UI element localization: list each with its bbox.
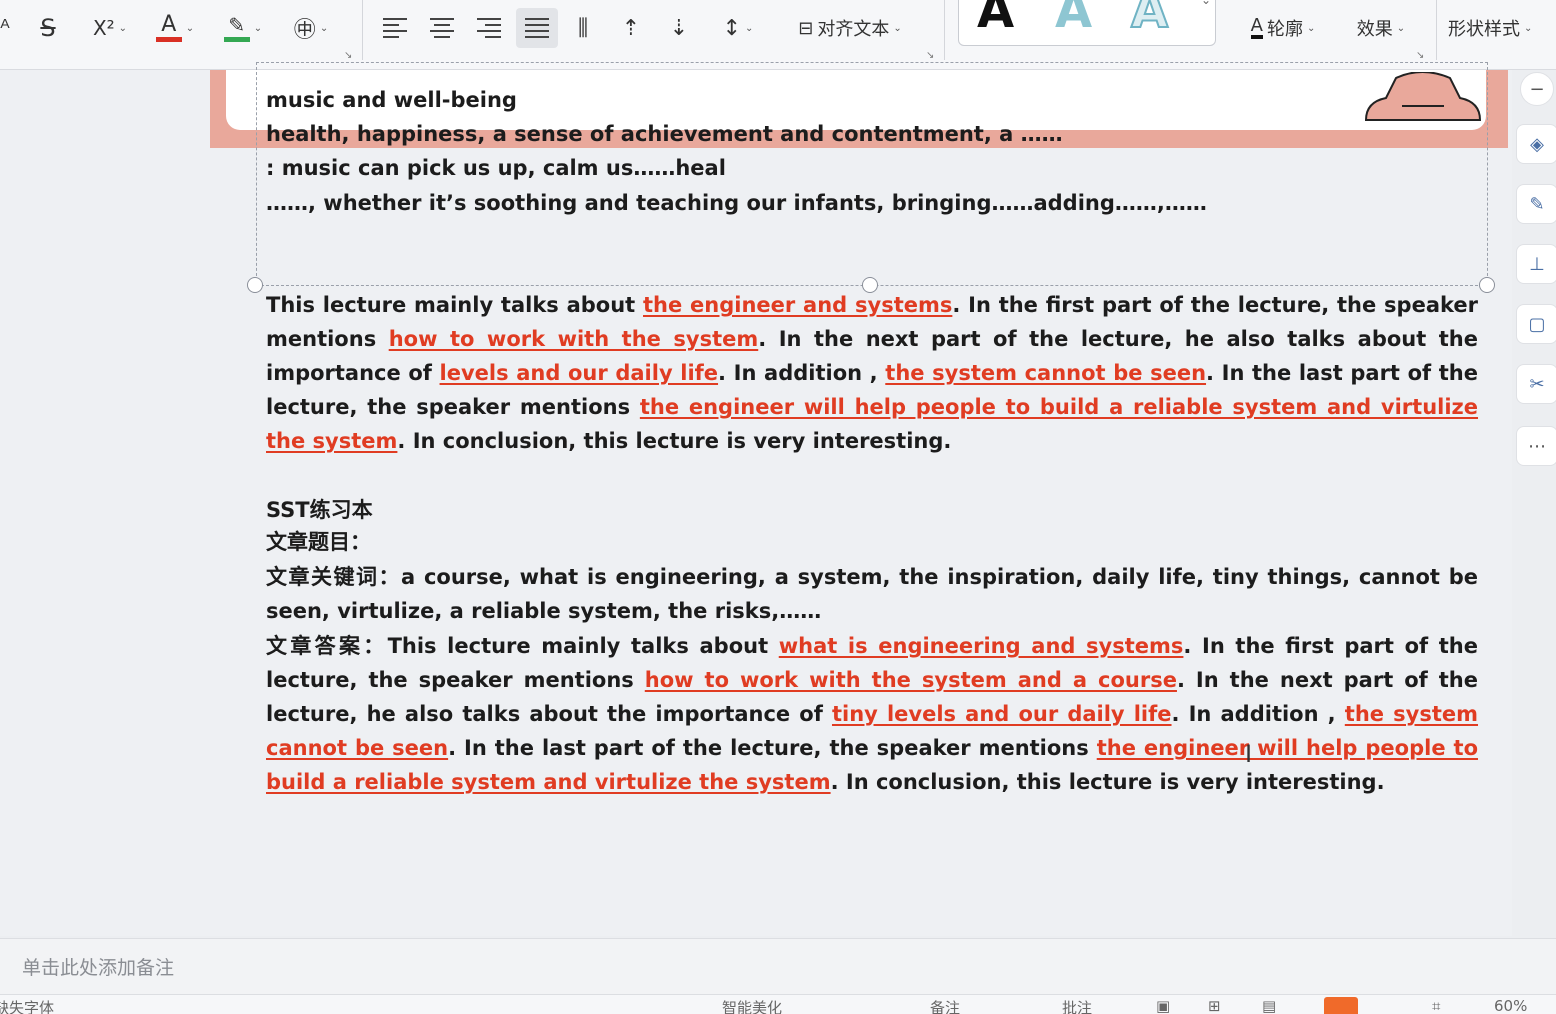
text-outline-icon: A	[1250, 17, 1263, 39]
wordart-style-outline[interactable]: A	[1130, 0, 1169, 41]
summary-text: . In addition ,	[718, 361, 886, 385]
align-right-button[interactable]	[474, 8, 504, 48]
answer-paragraph[interactable]: 文章答案：This lecture mainly talks about wha…	[266, 629, 1478, 799]
layers-icon[interactable]: ◈	[1516, 124, 1556, 164]
keywords-paragraph[interactable]: 文章关键词：a course, what is engineering, a s…	[266, 560, 1478, 628]
intro-line-4[interactable]: ……, whether it’s soothing and teaching o…	[266, 186, 1207, 220]
increase-indent-button[interactable]: ⇡	[614, 8, 648, 48]
text-outline-button[interactable]: A 轮廓 ⌄	[1232, 8, 1334, 48]
summary-highlight: levels and our daily life	[439, 361, 719, 385]
resize-handle-bottom-left[interactable]	[247, 277, 263, 293]
distribute-button[interactable]: ⫼	[566, 8, 600, 48]
notes-placeholder[interactable]: 单击此处添加备注	[22, 953, 174, 980]
fit-window-icon[interactable]: ⌗	[1432, 997, 1440, 1014]
phonetic-guide-button[interactable]: ㊥ ⌄	[284, 8, 338, 48]
summary-highlight: the engineer and systems	[643, 293, 953, 317]
toolbar-divider	[362, 0, 363, 60]
align-left-button[interactable]	[380, 8, 410, 48]
intro-line-1[interactable]: music and well-being	[266, 83, 517, 117]
align-center-icon	[430, 18, 454, 38]
toolbar-divider	[1436, 0, 1437, 60]
shape-style-button[interactable]: 形状样式 ⌄	[1448, 8, 1556, 48]
summary-highlight: the system cannot be seen	[885, 361, 1207, 385]
gallery-expand-icon[interactable]: ⌄	[1201, 0, 1211, 7]
reading-view-icon[interactable]: ▤	[1262, 997, 1276, 1014]
keywords-text: a course, what is engineering, a system,…	[266, 565, 1478, 623]
pen-icon[interactable]: ✎	[1516, 184, 1556, 224]
zoom-level[interactable]: 60%	[1494, 997, 1527, 1014]
comments-button[interactable]: 批注	[1062, 997, 1092, 1014]
answer-highlight: what is engineering and systems	[778, 634, 1184, 658]
toolbar-divider	[944, 0, 945, 60]
slide-canvas[interactable]: music and well-being health, happiness, …	[0, 62, 1512, 936]
right-side-toolbar: − ◈ ✎ ⊥ ▢ ✂ ⋯	[1512, 70, 1556, 490]
wordart-dialog-launcher-icon[interactable]: ↘	[1416, 50, 1424, 61]
align-right-icon	[477, 18, 501, 38]
answer-text: . In addition ,	[1171, 702, 1345, 726]
answer-label: 文章答案：	[266, 634, 388, 658]
notes-pane[interactable]: 单击此处添加备注	[0, 938, 1556, 994]
paragraph-dialog-launcher-icon[interactable]: ↘	[926, 50, 934, 61]
collapse-icon[interactable]: −	[1520, 72, 1554, 106]
sorter-view-icon[interactable]: ⊞	[1208, 997, 1221, 1014]
answer-text: . In conclusion, this lecture is very in…	[830, 770, 1385, 794]
shape-style-label: 形状样式	[1448, 19, 1520, 40]
answer-highlight: tiny levels and our daily life	[831, 702, 1172, 726]
answer-text: This lecture mainly talks about	[387, 634, 779, 658]
text-effect-button[interactable]: 效果 ⌄	[1348, 8, 1414, 48]
intro-line-3[interactable]: : music can pick us up, calm us……heal	[266, 151, 726, 185]
line-spacing-button[interactable]: ↕ ⌄	[712, 8, 764, 48]
article-title-label[interactable]: 文章题目：	[266, 525, 371, 559]
sst-title[interactable]: SST练习本	[266, 493, 373, 527]
phonetic-icon: ㊥	[293, 18, 316, 43]
distribute-icon: ⫼	[577, 15, 589, 41]
text-cursor-icon: I	[1245, 740, 1253, 768]
stamp-icon[interactable]: ⊥	[1516, 244, 1556, 284]
intro-line-2[interactable]: health, happiness, a sense of achievemen…	[266, 117, 1063, 151]
decrease-spacing-icon: ⇣	[669, 15, 689, 41]
resize-handle-bottom-right[interactable]	[1479, 277, 1495, 293]
summary-highlight: how to work with the system	[388, 327, 759, 351]
summary-paragraph[interactable]: This lecture mainly talks about the engi…	[266, 288, 1478, 458]
wordart-style-teal[interactable]: A	[1055, 0, 1092, 41]
align-text-button[interactable]: ⊟ 对齐文本 ⌄	[780, 8, 920, 48]
frame-icon[interactable]: ▢	[1516, 304, 1556, 344]
wordart-gallery[interactable]: A A A ⌄	[958, 0, 1216, 46]
decrease-indent-button[interactable]: ⇣	[662, 8, 696, 48]
smart-beautify-button[interactable]: 智能美化	[722, 997, 782, 1014]
ribbon-toolbar: ᴬ S X² ⌄ A ⌄ ✎ ⌄ ㊥ ⌄ ↘ ⫼ ⇡ ⇣ ↕ ⌄ ⊟ 对齐文本 ⌄ ↘ A A…	[0, 0, 1556, 70]
line-spacing-icon: ↕	[722, 15, 742, 41]
font-dialog-launcher-icon[interactable]: ↘	[344, 50, 352, 61]
wordart-style-black[interactable]: A	[977, 0, 1014, 41]
normal-view-icon[interactable]: ▣	[1156, 997, 1170, 1014]
align-text-icon: ⊟	[798, 17, 814, 39]
answer-highlight: how to work with the system and a course	[644, 668, 1177, 692]
font-color-button[interactable]: A ⌄	[150, 8, 200, 48]
superscript-button[interactable]: X² ⌄	[82, 8, 138, 48]
superscript-label: X²	[92, 16, 115, 40]
align-center-button[interactable]	[427, 8, 457, 48]
strike-partial-icon[interactable]: ᴬ	[0, 8, 16, 48]
more-icon[interactable]: ⋯	[1516, 426, 1556, 466]
play-slideshow-icon[interactable]	[1324, 997, 1358, 1014]
font-color-icon: A	[155, 13, 182, 42]
missing-font-indicator[interactable]: 缺失字体	[0, 997, 54, 1014]
justify-button[interactable]	[516, 8, 558, 48]
justify-icon	[525, 18, 549, 38]
keywords-label: 文章关键词：	[266, 565, 401, 589]
align-left-icon	[383, 18, 407, 38]
highlighter-icon: ✎	[223, 15, 250, 42]
tools-icon[interactable]: ✂	[1516, 364, 1556, 404]
answer-text: . In the last part of the lecture, the s…	[448, 736, 1097, 760]
strikethrough-icon[interactable]: S	[34, 8, 62, 48]
notes-toggle-button[interactable]: 备注	[930, 997, 960, 1014]
align-text-label: 对齐文本	[817, 19, 890, 40]
highlight-color-button[interactable]: ✎ ⌄	[216, 8, 270, 48]
summary-text: This lecture mainly talks about	[266, 293, 644, 317]
status-bar: 缺失字体 智能美化 备注 批注 ▣ ⊞ ▤ ⌗ 60%	[0, 994, 1556, 1014]
summary-text: . In conclusion, this lecture is very in…	[397, 429, 952, 453]
effect-label: 效果	[1356, 19, 1393, 40]
increase-spacing-icon: ⇡	[621, 15, 641, 41]
outline-label: 轮廓	[1266, 19, 1303, 40]
